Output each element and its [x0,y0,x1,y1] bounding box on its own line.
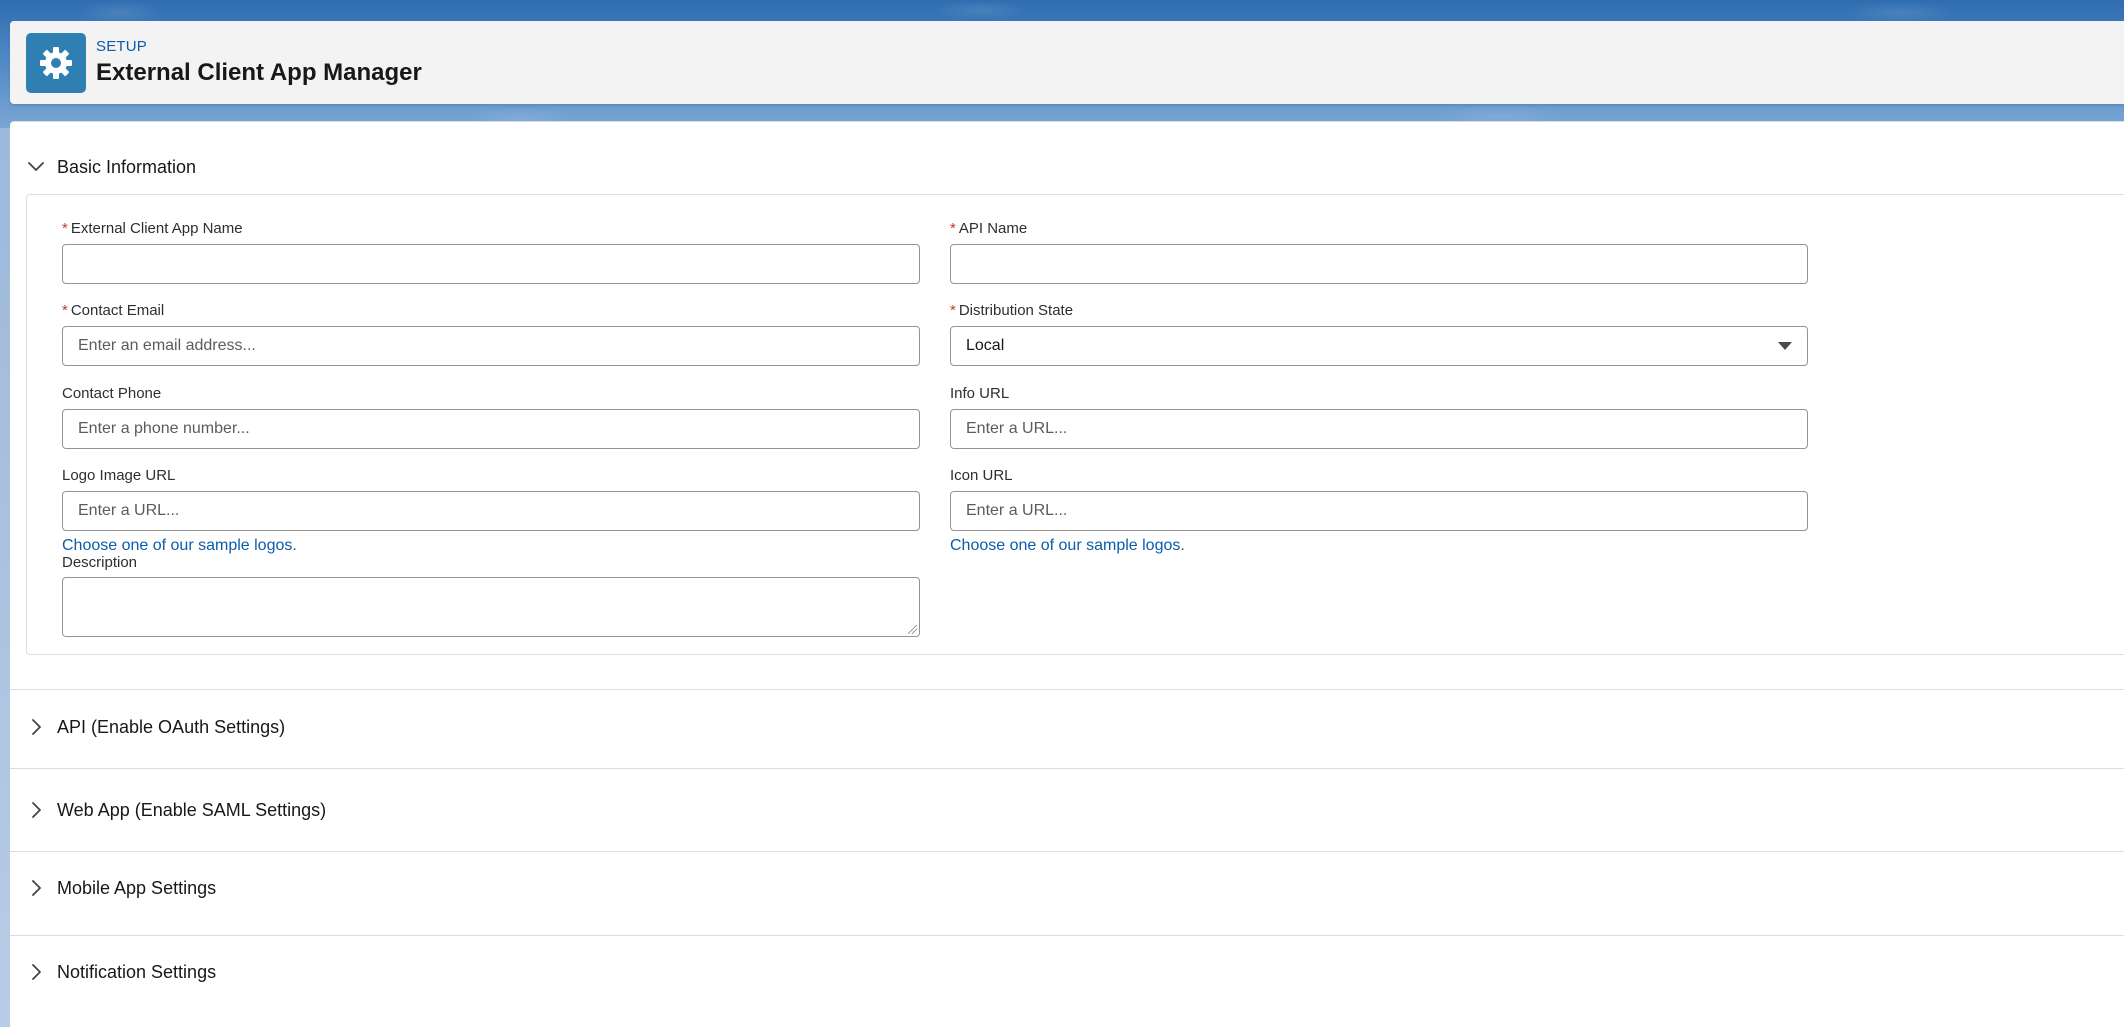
api-name-input[interactable] [950,244,1808,284]
sample-icons-link[interactable]: Choose one of our sample logos. [950,537,1185,555]
contact-email-placeholder: Enter an email address... [78,337,256,354]
icon-url-field: Icon URL Enter a URL... Choose one of ou… [950,466,1808,555]
chevron-down-icon [27,158,45,176]
gear-icon [26,32,86,93]
section-toggle-basic-information[interactable]: Basic Information [10,137,2124,197]
breadcrumb-setup: SETUP [96,37,148,55]
section-divider [10,935,2124,936]
info-url-field: Info URL Enter a URL... [950,384,1808,449]
icon-url-input[interactable]: Enter a URL... [950,491,1808,531]
api-name-label: API Name [958,220,1028,237]
contact-phone-field: Contact Phone Enter a phone number... [62,384,920,449]
section-title: Mobile App Settings [57,877,217,898]
chevron-right-icon [27,879,45,897]
resize-handle[interactable] [908,625,917,634]
logo-url-field: Logo Image URL Enter a URL... Choose one… [62,466,920,555]
main-panel: Basic Information * External Client App … [10,121,2124,1027]
page-title: External Client App Manager [96,58,422,86]
distribution-state-field: * Distribution State Local [950,301,1808,366]
icon-url-label: Icon URL [950,467,1013,484]
section-divider [10,851,2124,852]
required-marker: * [950,220,956,237]
contact-phone-placeholder: Enter a phone number... [78,420,250,437]
section-divider [10,768,2124,769]
section-toggle-api[interactable]: API (Enable OAuth Settings) [10,697,2124,757]
contact-email-field: * Contact Email Enter an email address..… [62,301,920,366]
chevron-right-icon [27,718,45,736]
section-divider [10,689,2124,690]
contact-email-label: Contact Email [70,302,165,319]
chevron-right-icon [27,963,45,981]
logo-url-label: Logo Image URL [62,467,176,484]
section-title: Basic Information [57,156,197,177]
contact-email-input[interactable]: Enter an email address... [62,326,920,366]
description-textarea[interactable] [62,577,920,637]
section-title: Web App (Enable SAML Settings) [57,799,327,820]
required-marker: * [62,220,68,237]
logo-url-input[interactable]: Enter a URL... [62,491,920,531]
contact-phone-label: Contact Phone [62,385,162,402]
description-field: Description [62,553,920,637]
app-name-label: External Client App Name [70,220,243,237]
distribution-state-select[interactable]: Local [950,326,1808,366]
required-marker: * [62,302,68,319]
icon-url-placeholder: Enter a URL... [966,502,1068,519]
chevron-right-icon [27,801,45,819]
contact-phone-input[interactable]: Enter a phone number... [62,409,920,449]
basic-information-body: * External Client App Name * API Name * … [26,194,2124,655]
api-name-field: * API Name [950,219,1808,284]
section-title: API (Enable OAuth Settings) [57,716,286,737]
app-name-field: * External Client App Name [62,219,920,284]
section-toggle-web-app[interactable]: Web App (Enable SAML Settings) [10,780,2124,840]
logo-url-placeholder: Enter a URL... [78,502,180,519]
distribution-state-value: Local [966,337,1005,354]
distribution-state-label: Distribution State [958,302,1074,319]
decorative-side-strip [0,128,10,1027]
section-toggle-mobile-app[interactable]: Mobile App Settings [10,858,2124,918]
description-label: Description [62,554,138,571]
caret-down-icon [1778,342,1792,350]
required-marker: * [950,302,956,319]
page-header: SETUP External Client App Manager [10,21,2124,104]
info-url-input[interactable]: Enter a URL... [950,409,1808,449]
app-name-input[interactable] [62,244,920,284]
section-title: Notification Settings [57,961,217,982]
section-toggle-notification[interactable]: Notification Settings [10,942,2124,1002]
info-url-label: Info URL [950,385,1010,402]
info-url-placeholder: Enter a URL... [966,420,1068,437]
